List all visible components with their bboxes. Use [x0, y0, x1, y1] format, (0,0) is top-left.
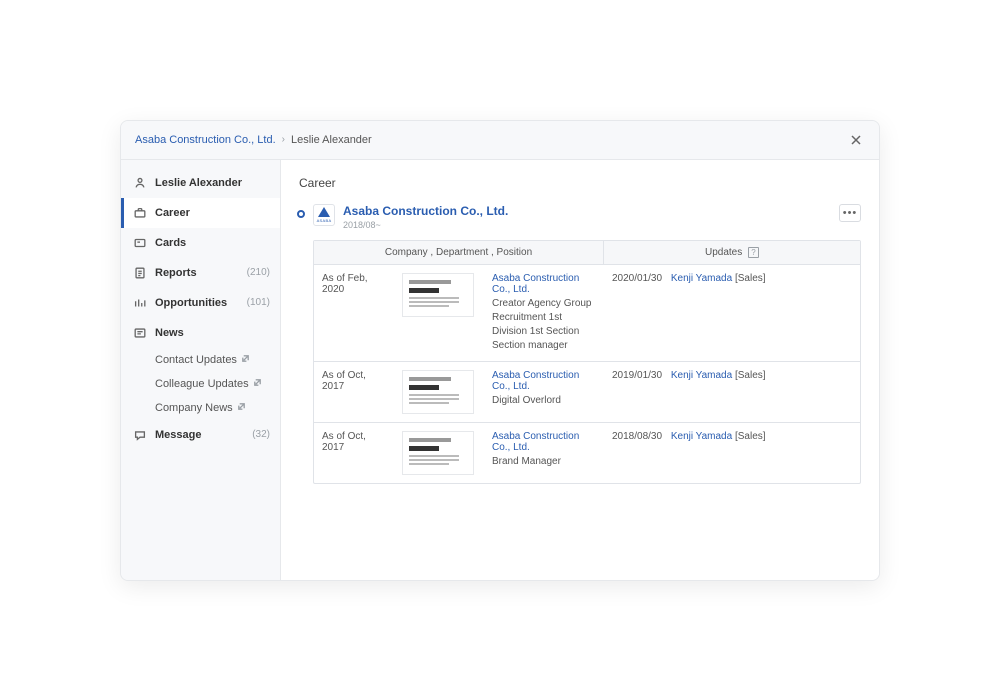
sidebar-sub-label: Colleague Updates [155, 378, 249, 390]
sidebar-item-label: Leslie Alexander [155, 177, 242, 189]
career-block: ASABA Asaba Construction Co., Ltd. 2018/… [299, 204, 861, 484]
position-line: Creator Agency Group Recruitment 1st [492, 298, 592, 323]
card-cell [394, 423, 484, 483]
company-link[interactable]: Asaba Construction Co., Ltd. [492, 370, 596, 392]
sidebar-item-label: Career [155, 207, 190, 219]
position-cell: Asaba Construction Co., Ltd. Brand Manag… [484, 423, 604, 483]
header-company-dept-pos: Company , Department , Position [314, 241, 604, 264]
updates-cell: 2018/08/30 Kenji Yamada [Sales] [604, 423, 860, 483]
sidebar-sub-label: Company News [155, 402, 233, 414]
sidebar-item-news[interactable]: News [121, 318, 280, 348]
company-since: 2018/08~ [343, 220, 508, 230]
company-logo: ASABA [313, 204, 335, 226]
sidebar-item-message[interactable]: Message (32) [121, 420, 280, 450]
chart-icon [133, 296, 147, 310]
person-icon [133, 176, 147, 190]
sidebar-item-opportunities[interactable]: Opportunities (101) [121, 288, 280, 318]
update-person-link[interactable]: Kenji Yamada [671, 431, 732, 442]
company-link[interactable]: Asaba Construction Co., Ltd. [492, 273, 596, 295]
briefcase-icon [133, 206, 147, 220]
sidebar-sub-label: Contact Updates [155, 354, 237, 366]
triangle-icon [318, 207, 330, 217]
sidebar-item-cards[interactable]: Cards [121, 228, 280, 258]
update-dept: [Sales] [735, 370, 766, 381]
breadcrumb-bar: Asaba Construction Co., Ltd. › Leslie Al… [121, 121, 879, 160]
news-icon [133, 326, 147, 340]
sidebar-sub-colleague-updates[interactable]: Colleague Updates [121, 372, 280, 396]
updates-cell: 2020/01/30 Kenji Yamada [Sales] [604, 265, 860, 361]
chevron-right-icon: › [282, 134, 285, 145]
sidebar-item-count: (101) [247, 297, 270, 308]
card-icon [133, 236, 147, 250]
sidebar-item-label: Cards [155, 237, 186, 249]
sidebar-item-label: Reports [155, 267, 197, 279]
breadcrumb-parent[interactable]: Asaba Construction Co., Ltd. [135, 134, 276, 146]
table-row: As of Oct, 2017 Asaba Construction Co., … [314, 362, 860, 423]
report-icon [133, 266, 147, 280]
asof-cell: As of Feb, 2020 [314, 265, 394, 361]
sidebar-item-label: Opportunities [155, 297, 227, 309]
main-panel: Career ASABA Asaba Construction Co., Ltd… [281, 160, 879, 580]
message-icon [133, 428, 147, 442]
position-line: Division 1st Section [492, 326, 579, 337]
business-card-thumbnail[interactable] [402, 431, 474, 475]
table-header: Company , Department , Position Updates … [314, 241, 860, 265]
app-window: Asaba Construction Co., Ltd. › Leslie Al… [120, 120, 880, 581]
asof-cell: As of Oct, 2017 [314, 423, 394, 483]
update-person-link[interactable]: Kenji Yamada [671, 273, 732, 284]
update-date: 2018/08/30 [612, 431, 662, 442]
external-link-icon [237, 402, 246, 414]
update-dept: [Sales] [735, 431, 766, 442]
card-cell [394, 265, 484, 361]
position-line: Digital Overlord [492, 395, 561, 406]
more-button[interactable]: ••• [839, 204, 861, 222]
position-cell: Asaba Construction Co., Ltd. Digital Ove… [484, 362, 604, 422]
career-table: Company , Department , Position Updates … [313, 240, 861, 484]
update-date: 2019/01/30 [612, 370, 662, 381]
sidebar-sub-contact-updates[interactable]: Contact Updates [121, 348, 280, 372]
position-line: Section manager [492, 340, 568, 351]
external-link-icon [241, 354, 250, 366]
sidebar-item-person[interactable]: Leslie Alexander [121, 168, 280, 198]
position-line: Brand Manager [492, 456, 561, 467]
close-button[interactable] [847, 131, 865, 149]
sidebar: Leslie Alexander Career Cards Reports [121, 160, 281, 580]
business-card-thumbnail[interactable] [402, 273, 474, 317]
timeline-dot-icon [297, 210, 305, 218]
page-title: Career [299, 176, 861, 190]
company-link[interactable]: Asaba Construction Co., Ltd. [492, 431, 596, 453]
help-icon[interactable]: ? [748, 247, 759, 258]
content-body: Leslie Alexander Career Cards Reports [121, 160, 879, 580]
sidebar-item-count: (32) [252, 429, 270, 440]
sidebar-item-count: (210) [247, 267, 270, 278]
close-icon [850, 134, 862, 146]
update-date: 2020/01/30 [612, 273, 662, 284]
logo-text: ASABA [317, 218, 332, 223]
update-person-link[interactable]: Kenji Yamada [671, 370, 732, 381]
sidebar-item-career[interactable]: Career [121, 198, 280, 228]
sidebar-sub-company-news[interactable]: Company News [121, 396, 280, 420]
asof-cell: As of Oct, 2017 [314, 362, 394, 422]
sidebar-item-label: News [155, 327, 184, 339]
sidebar-item-label: Message [155, 429, 201, 441]
company-name-link[interactable]: Asaba Construction Co., Ltd. [343, 204, 508, 218]
position-cell: Asaba Construction Co., Ltd. Creator Age… [484, 265, 604, 361]
external-link-icon [253, 378, 262, 390]
career-header: ASABA Asaba Construction Co., Ltd. 2018/… [313, 204, 861, 230]
update-dept: [Sales] [735, 273, 766, 284]
table-row: As of Feb, 2020 Asaba Construction Co., … [314, 265, 860, 362]
business-card-thumbnail[interactable] [402, 370, 474, 414]
updates-cell: 2019/01/30 Kenji Yamada [Sales] [604, 362, 860, 422]
header-updates: Updates ? [604, 241, 860, 264]
card-cell [394, 362, 484, 422]
table-row: As of Oct, 2017 Asaba Construction Co., … [314, 423, 860, 483]
sidebar-item-reports[interactable]: Reports (210) [121, 258, 280, 288]
breadcrumb-current: Leslie Alexander [291, 134, 372, 146]
